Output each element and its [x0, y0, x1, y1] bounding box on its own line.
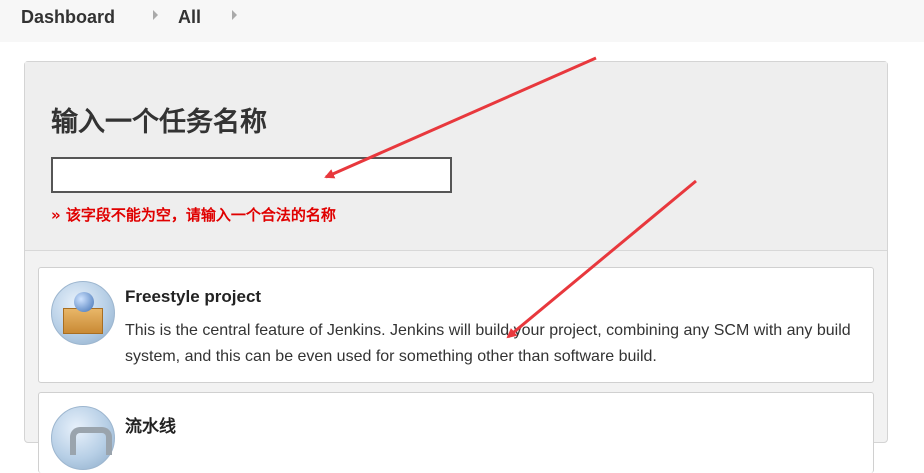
- item-name-input[interactable]: [51, 157, 452, 193]
- item-type-pipeline[interactable]: 流水线: [38, 392, 874, 473]
- breadcrumb-all[interactable]: All: [178, 7, 201, 28]
- name-section: 输入一个任务名称 » 该字段不能为空，请输入一个合法的名称: [25, 62, 887, 251]
- breadcrumb-dashboard[interactable]: Dashboard: [21, 7, 115, 28]
- item-type-name: Freestyle project: [125, 287, 262, 306]
- new-item-panel: 输入一个任务名称 » 该字段不能为空，请输入一个合法的名称 Freestyle …: [24, 61, 888, 473]
- validation-error: » 该字段不能为空，请输入一个合法的名称: [51, 206, 336, 224]
- item-type-name: 流水线: [125, 417, 176, 436]
- breadcrumb-chevron-icon[interactable]: [232, 10, 237, 20]
- breadcrumb: Dashboard All: [0, 0, 924, 42]
- freestyle-project-icon: [51, 281, 115, 345]
- pipeline-icon: [51, 406, 115, 470]
- breadcrumb-chevron-icon[interactable]: [153, 10, 158, 20]
- item-type-freestyle[interactable]: Freestyle project This is the central fe…: [38, 267, 874, 383]
- page-title: 输入一个任务名称: [51, 107, 267, 138]
- item-type-description: This is the central feature of Jenkins. …: [125, 322, 851, 365]
